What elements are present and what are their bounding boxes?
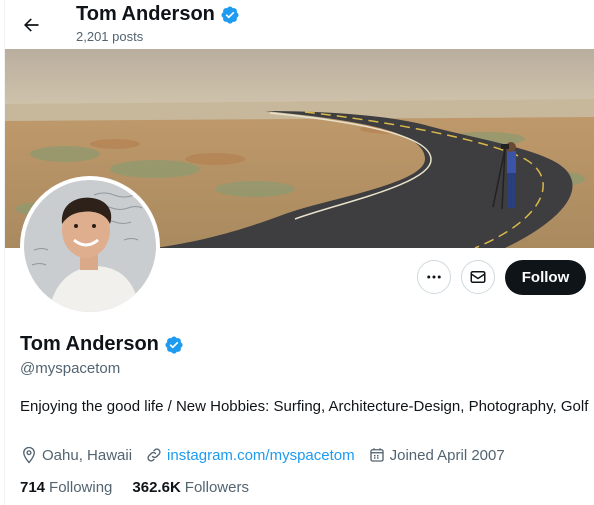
avatar-photo: [24, 180, 156, 312]
followers-count: 362.6K: [132, 479, 181, 496]
verified-badge-icon[interactable]: [164, 335, 184, 355]
location-text: Oahu, Hawaii: [42, 446, 133, 464]
verified-badge-icon: [221, 5, 239, 24]
mail-icon: [470, 271, 486, 283]
profile-header-bar: Tom Anderson 2,201 posts: [0, 0, 594, 49]
map-pin-icon: [23, 446, 35, 464]
followers-link[interactable]: 362.6K Followers: [132, 479, 249, 496]
more-dots-icon: [427, 275, 441, 279]
following-link[interactable]: 714 Following: [20, 479, 112, 496]
profile-bio: Enjoying the good life / New Hobbies: Su…: [20, 398, 589, 415]
following-count: 714: [20, 479, 46, 496]
joined-text: Joined April 2007: [389, 446, 505, 464]
follow-button[interactable]: Follow: [505, 260, 586, 295]
message-button[interactable]: [461, 260, 495, 294]
profile-handle: @myspacetom: [20, 360, 121, 377]
header-name: Tom Anderson: [76, 3, 215, 25]
website-link[interactable]: instagram.com/myspacetom: [167, 447, 355, 464]
profile-page: Tom Anderson 2,201 posts Follow Tom Ande…: [0, 0, 594, 505]
more-options-button[interactable]: [417, 260, 451, 294]
profile-avatar[interactable]: [20, 176, 160, 316]
follow-counts: 714 Following 362.6K Followers: [20, 479, 269, 496]
following-label: Following: [49, 479, 113, 496]
followers-label: Followers: [184, 479, 249, 496]
profile-name: Tom Anderson: [20, 333, 184, 356]
profile-meta: Oahu, Hawaii instagram.com/myspacetom Jo…: [20, 446, 518, 464]
display-name: Tom Anderson: [20, 333, 159, 355]
header-title: Tom Anderson: [76, 3, 240, 26]
posts-count: 2,201 posts: [76, 29, 144, 44]
arrow-left-icon: [24, 18, 39, 32]
joined-item: Joined April 2007: [368, 446, 505, 464]
location-item: Oahu, Hawaii: [20, 446, 132, 464]
back-button[interactable]: [14, 8, 48, 42]
website-item: instagram.com/myspacetom: [145, 446, 355, 464]
calendar-icon: [369, 448, 384, 462]
link-icon: [147, 448, 161, 462]
